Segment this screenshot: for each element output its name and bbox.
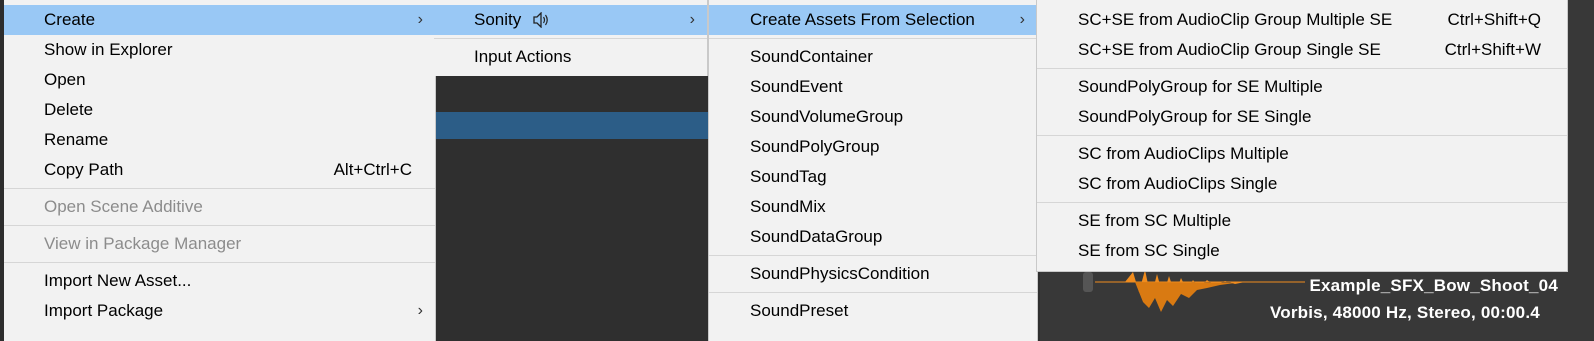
menu-item-sonity[interactable]: Sonity ›: [434, 5, 707, 35]
menu-separator: [1037, 135, 1567, 136]
menu-item-label: Copy Path: [44, 160, 124, 179]
menu-separator: [4, 262, 435, 263]
menu-item-scse-group-multiple[interactable]: SC+SE from AudioClip Group Multiple SE C…: [1037, 5, 1567, 35]
menu-item-label: Open: [44, 70, 86, 89]
context-menu: Create › Show in Explorer Open Delete Re…: [4, 0, 436, 341]
chevron-right-icon: ›: [689, 11, 695, 28]
menu-item-rename[interactable]: Rename: [4, 125, 435, 155]
chevron-right-icon: ›: [417, 11, 423, 28]
shortcut-label: Alt+Ctrl+C: [333, 160, 412, 179]
menu-item-label: SC from AudioClips Multiple: [1078, 144, 1289, 163]
menu-item-label: SoundMix: [750, 197, 826, 216]
menu-item-label: Sonity: [474, 10, 522, 29]
shortcut-label: Ctrl+Shift+W: [1444, 40, 1541, 59]
shortcut-label: Ctrl+Shift+Q: [1447, 10, 1541, 29]
menu-item-se-from-sc-multiple[interactable]: SE from SC Multiple: [1037, 206, 1567, 236]
menu-item-label: SoundContainer: [750, 47, 873, 66]
menu-item-soundvolumegroup[interactable]: SoundVolumeGroup: [709, 102, 1037, 132]
menu-item-label: Import Package: [44, 301, 164, 320]
menu-item-label: SoundPolyGroup: [750, 137, 880, 156]
menu-separator: [4, 225, 435, 226]
menu-item-soundmix[interactable]: SoundMix: [709, 192, 1037, 222]
menu-item-scse-group-single[interactable]: SC+SE from AudioClip Group Single SE Ctr…: [1037, 35, 1567, 65]
menu-item-label: View in Package Manager: [44, 234, 242, 253]
menu-item-copy-path[interactable]: Copy Path Alt+Ctrl+C: [4, 155, 435, 185]
menu-item-open[interactable]: Open: [4, 65, 435, 95]
menu-item-input-actions[interactable]: Input Actions: [434, 42, 707, 72]
menu-item-label: SoundDataGroup: [750, 227, 883, 246]
menu-item-view-in-package-manager[interactable]: View in Package Manager: [4, 229, 435, 259]
menu-item-sc-audioclips-multiple[interactable]: SC from AudioClips Multiple: [1037, 139, 1567, 169]
menu-item-create-assets-from-selection[interactable]: Create Assets From Selection ›: [709, 5, 1037, 35]
menu-item-label: SoundPolyGroup for SE Multiple: [1078, 77, 1323, 96]
menu-item-delete[interactable]: Delete: [4, 95, 435, 125]
menu-item-label: Open Scene Additive: [44, 197, 203, 216]
menu-item-label: Create: [44, 10, 96, 29]
menu-item-label: SC+SE from AudioClip Group Single SE: [1078, 40, 1381, 59]
menu-item-soundcontainer[interactable]: SoundContainer: [709, 42, 1037, 72]
menu-item-label: SE from SC Single: [1078, 241, 1220, 260]
menu-item-create[interactable]: Create ›: [4, 5, 435, 35]
menu-item-label: Import New Asset...: [44, 271, 192, 290]
menu-separator: [4, 188, 435, 189]
menu-separator: [1037, 202, 1567, 203]
selected-row-bg: [436, 112, 708, 139]
menu-separator: [1037, 68, 1567, 69]
menu-item-se-from-sc-single[interactable]: SE from SC Single: [1037, 236, 1567, 266]
menu-item-polygroup-single[interactable]: SoundPolyGroup for SE Single: [1037, 102, 1567, 132]
menu-item-label: SoundTag: [750, 167, 827, 186]
create-submenu: Sonity › Input Actions: [434, 0, 708, 76]
inspector-scrollbar[interactable]: [1083, 272, 1093, 292]
menu-item-label: SoundPhysicsCondition: [750, 264, 930, 283]
menu-item-label: SoundVolumeGroup: [750, 107, 904, 126]
menu-item-open-scene-additive[interactable]: Open Scene Additive: [4, 192, 435, 222]
menu-item-label: Delete: [44, 100, 94, 119]
menu-item-soundevent[interactable]: SoundEvent: [709, 72, 1037, 102]
menu-item-label: Rename: [44, 130, 109, 149]
speaker-icon: [533, 12, 548, 28]
menu-separator: [709, 255, 1037, 256]
menu-item-label: SE from SC Multiple: [1078, 211, 1232, 230]
menu-item-label: SoundPolyGroup for SE Single: [1078, 107, 1312, 126]
clip-name: Example_SFX_Bow_Shoot_04: [1309, 276, 1558, 295]
menu-item-soundphysicscondition[interactable]: SoundPhysicsCondition: [709, 259, 1037, 289]
menu-item-label: SC+SE from AudioClip Group Multiple SE: [1078, 10, 1393, 29]
menu-item-polygroup-multiple[interactable]: SoundPolyGroup for SE Multiple: [1037, 72, 1567, 102]
chevron-right-icon: ›: [417, 302, 423, 319]
menu-separator: [434, 38, 707, 39]
menu-item-label: SoundEvent: [750, 77, 843, 96]
menu-item-soundpreset[interactable]: SoundPreset: [709, 296, 1037, 326]
clip-info: Vorbis, 48000 Hz, Stereo, 00:00.4: [1270, 303, 1540, 322]
menu-item-label: Create Assets From Selection: [750, 10, 975, 29]
menu-item-import-package[interactable]: Import Package ›: [4, 296, 435, 326]
sonity-submenu: Create Assets From Selection › SoundCont…: [708, 0, 1038, 341]
menu-item-soundtag[interactable]: SoundTag: [709, 162, 1037, 192]
menu-item-sc-audioclips-single[interactable]: SC from AudioClips Single: [1037, 169, 1567, 199]
menu-item-label: Show in Explorer: [44, 40, 173, 59]
menu-separator: [709, 292, 1037, 293]
menu-item-label: Input Actions: [474, 47, 572, 66]
menu-separator: [709, 38, 1037, 39]
create-assets-submenu: SC+SE from AudioClip Group Multiple SE C…: [1036, 0, 1568, 272]
menu-item-sounddatagroup[interactable]: SoundDataGroup: [709, 222, 1037, 252]
menu-item-label: SC from AudioClips Single: [1078, 174, 1278, 193]
chevron-right-icon: ›: [1019, 11, 1025, 28]
menu-item-import-new-asset[interactable]: Import New Asset...: [4, 266, 435, 296]
menu-item-show-in-explorer[interactable]: Show in Explorer: [4, 35, 435, 65]
menu-item-label: SoundPreset: [750, 301, 849, 320]
menu-item-soundpolygroup[interactable]: SoundPolyGroup: [709, 132, 1037, 162]
